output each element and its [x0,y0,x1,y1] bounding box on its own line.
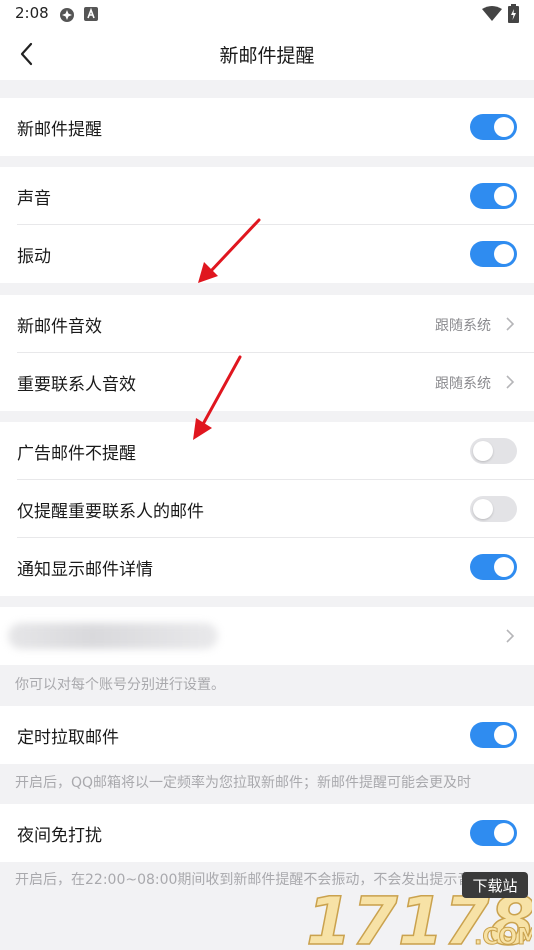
watermark-domain: .COM [474,925,532,950]
new-mail-alert-row[interactable]: 新邮件提醒 [0,98,534,156]
toggle-knob [473,499,493,519]
vibrate-row[interactable]: 振动 [0,225,534,283]
settings-group-night-quiet: 夜间免打扰 [0,804,534,862]
scheduled-fetch-row[interactable]: 定时拉取邮件 [0,706,534,764]
settings-group-sound-effects: 新邮件音效 跟随系统 重要联系人音效 跟随系统 [0,295,534,411]
new-mail-alert-toggle[interactable] [470,114,517,140]
toggle-knob [494,117,514,137]
new-mail-sound-value: 跟随系统 [435,318,491,334]
vibrate-toggle[interactable] [470,241,517,267]
toggle-knob [494,244,514,264]
night-quiet-row[interactable]: 夜间免打扰 [0,804,534,862]
toggle-knob [494,186,514,206]
scheduled-fetch-hint: 开启后，QQ邮箱将以一定频率为您拉取新邮件；新邮件提醒可能会更及时 [15,775,472,791]
vibrate-label: 振动 [17,247,51,267]
night-quiet-toggle[interactable] [470,820,517,846]
settings-group-scheduled-fetch: 定时拉取邮件 [0,706,534,764]
vip-sound-value: 跟随系统 [435,376,491,392]
scheduled-fetch-label: 定时拉取邮件 [17,728,119,748]
settings-group-main: 新邮件提醒 [0,98,534,156]
sound-row[interactable]: 声音 [0,167,534,225]
night-quiet-label: 夜间免打扰 [17,826,102,846]
toggle-knob [494,823,514,843]
account-hint: 你可以对每个账号分别进行设置。 [15,677,225,693]
new-mail-sound-label: 新邮件音效 [17,317,102,337]
settings-group-filters: 广告邮件不提醒 仅提醒重要联系人的邮件 通知显示邮件详情 [0,422,534,596]
app-badge-icon [60,8,74,22]
chevron-right-icon [506,317,515,331]
blurred-account-name [8,623,218,649]
vip-sound-label: 重要联系人音效 [17,375,136,395]
toggle-knob [494,725,514,745]
new-mail-alert-label: 新邮件提醒 [17,120,102,140]
wifi-icon [482,6,502,21]
toggle-knob [494,557,514,577]
ad-mail-label: 广告邮件不提醒 [17,444,136,464]
scheduled-fetch-toggle[interactable] [470,722,517,748]
toggle-knob [473,441,493,461]
sound-toggle[interactable] [470,183,517,209]
new-mail-sound-row[interactable]: 新邮件音效 跟随系统 [0,295,534,353]
page-title: 新邮件提醒 [219,45,315,67]
settings-group-sound: 声音 振动 [0,167,534,283]
status-bar: 2:08 [0,0,534,28]
show-details-label: 通知显示邮件详情 [17,560,153,580]
account-row[interactable] [0,607,534,665]
sound-label: 声音 [17,189,51,209]
only-vip-row[interactable]: 仅提醒重要联系人的邮件 [0,480,534,538]
notification-a-icon [84,7,98,21]
watermark-badge: 下载站 [472,877,517,895]
chevron-right-icon [506,629,515,643]
vip-sound-row[interactable]: 重要联系人音效 跟随系统 [0,353,534,411]
site-watermark: 17178 下载站 .COM [305,872,532,950]
settings-group-account [0,607,534,665]
show-details-row[interactable]: 通知显示邮件详情 [0,538,534,596]
chevron-right-icon [506,375,515,389]
show-details-toggle[interactable] [470,554,517,580]
navigation-bar: 新邮件提醒 [0,28,534,80]
ad-mail-row[interactable]: 广告邮件不提醒 [0,422,534,480]
only-vip-toggle[interactable] [470,496,517,522]
ad-mail-toggle[interactable] [470,438,517,464]
only-vip-label: 仅提醒重要联系人的邮件 [17,502,204,522]
battery-icon [508,4,519,23]
status-time: 2:08 [15,4,49,22]
